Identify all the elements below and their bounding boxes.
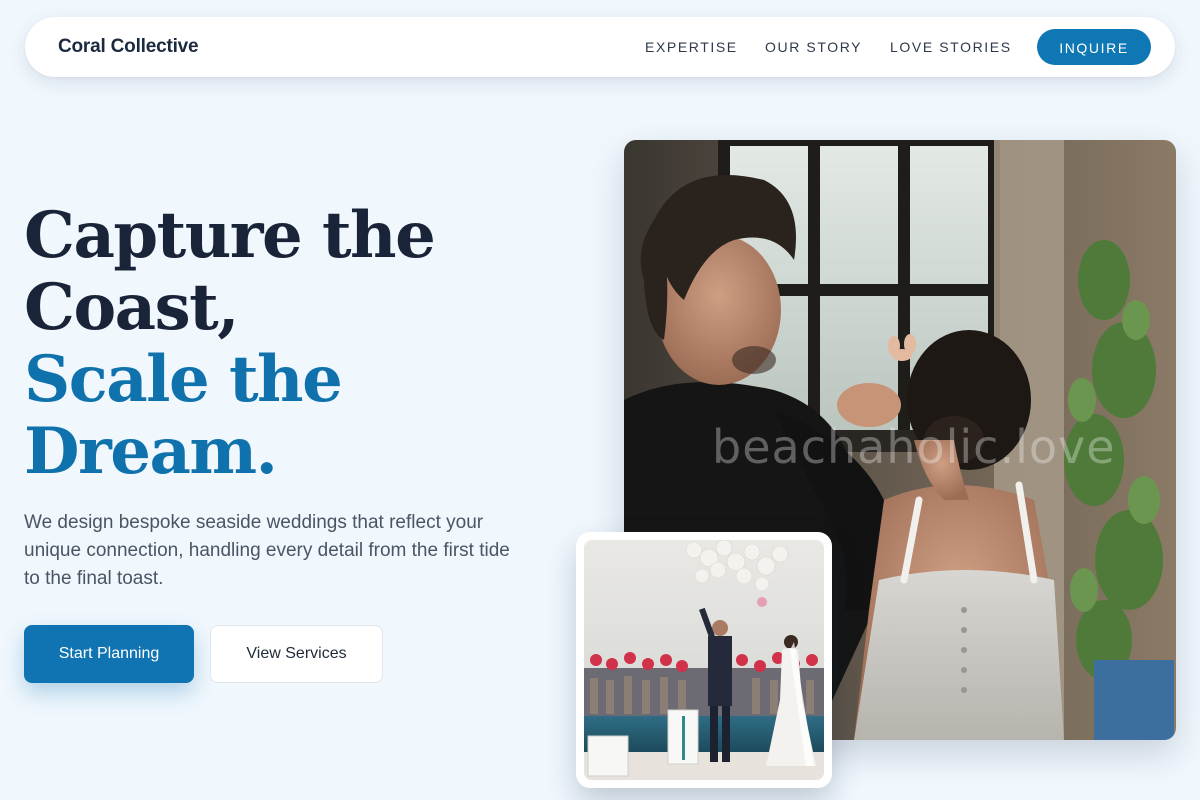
brand-logo[interactable]: Coral Collective — [58, 17, 199, 77]
top-navigation-bar: Coral Collective EXPERTISE OUR STORY LOV… — [25, 17, 1175, 77]
nav-link-our-story[interactable]: OUR STORY — [765, 17, 862, 77]
inset-photo-card — [576, 532, 832, 788]
headline-line-3: Scale the — [24, 342, 343, 417]
hero-headline: Capture the Coast, Scale the Dream. — [24, 198, 436, 489]
inquire-button[interactable]: INQUIRE — [1037, 29, 1151, 65]
headline-line-4: Dream. — [24, 414, 278, 489]
nav-link-expertise[interactable]: EXPERTISE — [645, 17, 738, 77]
headline-line-1: Capture the — [24, 198, 436, 273]
hero-description: We design bespoke seaside weddings that … — [24, 512, 510, 589]
nav-link-love-stories[interactable]: LOVE STORIES — [890, 17, 1012, 77]
view-services-button[interactable]: View Services — [210, 625, 383, 683]
headline-line-2: Coast, — [24, 270, 239, 345]
balloon-release-photo — [584, 540, 824, 780]
start-planning-button[interactable]: Start Planning — [24, 625, 194, 683]
